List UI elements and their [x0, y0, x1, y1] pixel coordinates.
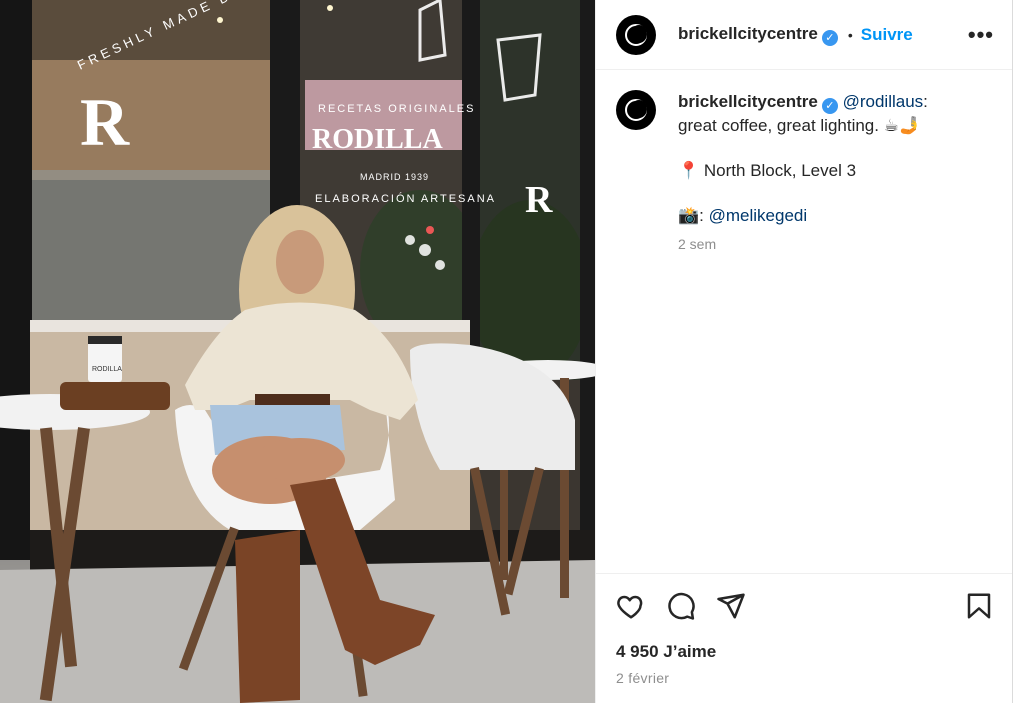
signage-letter-right: R [525, 179, 553, 221]
action-icons [596, 574, 1012, 638]
caption: brickellcitycentre ✓ @rodillaus: great co… [596, 70, 1012, 256]
caption-avatar[interactable] [616, 90, 656, 130]
cup-label: RODILLA [92, 366, 122, 373]
heart-icon[interactable] [616, 591, 646, 621]
camera-icon: 📸 [678, 206, 700, 225]
signage-madrid: MADRID 1939 [360, 172, 429, 182]
caption-time: 2 sem [678, 236, 717, 252]
caption-location: 📍 North Block, Level 3 [678, 159, 978, 182]
verified-badge-icon: ✓ [821, 29, 838, 46]
more-options-icon[interactable]: ••• [968, 22, 994, 48]
account-name[interactable]: brickellcitycentre [678, 24, 818, 43]
separator-dot: • [847, 26, 853, 43]
photo-illustration: R FRESHLY MADE DAILY RECETAS ORIGINALES … [0, 0, 595, 703]
actions-section: 4 950 J’aime 2 février [596, 573, 1012, 703]
share-icon[interactable] [716, 591, 746, 621]
location-text: North Block, Level 3 [699, 161, 857, 180]
signage-brand: RODILLA [312, 124, 443, 155]
caption-credit: 📸: @melikegedi [678, 204, 978, 227]
avatar[interactable] [616, 14, 656, 55]
signage-elaboracion: ELABORACIÓN ARTESANA [315, 192, 496, 205]
verified-badge-icon: ✓ [821, 98, 838, 114]
logo-mark [631, 24, 647, 43]
mention-colon: : [923, 92, 928, 111]
signage-letter-left: R [80, 84, 130, 160]
signage-recetas: RECETAS ORIGINALES [318, 103, 475, 115]
post-header: brickellcitycentre ✓ • Suivre ••• [596, 0, 1012, 70]
likes-count[interactable]: 4 950 J’aime [596, 638, 1012, 662]
mention-link[interactable]: @rodillaus [843, 92, 924, 111]
caption-text: great coffee, great lighting. ☕🤳 [678, 116, 921, 135]
follow-button[interactable]: Suivre [861, 25, 913, 45]
credit-prefix: : [699, 206, 709, 225]
post-side-panel: brickellcitycentre ✓ • Suivre ••• brickel… [595, 0, 1013, 703]
caption-first-line: brickellcitycentre ✓ @rodillaus: [678, 90, 978, 114]
logo-mark [631, 100, 647, 118]
location-pin-icon: 📍 [678, 161, 700, 180]
bookmark-icon[interactable] [964, 591, 994, 621]
credit-link[interactable]: @melikegedi [709, 206, 808, 225]
post-date: 2 février [616, 670, 670, 686]
post-photo[interactable]: R FRESHLY MADE DAILY RECETAS ORIGINALES … [0, 0, 595, 703]
caption-body: brickellcitycentre ✓ @rodillaus: great co… [678, 90, 978, 256]
account-handle[interactable]: brickellcitycentre ✓ [678, 24, 838, 46]
caption-user[interactable]: brickellcitycentre [678, 92, 818, 111]
comment-icon[interactable] [666, 591, 696, 621]
